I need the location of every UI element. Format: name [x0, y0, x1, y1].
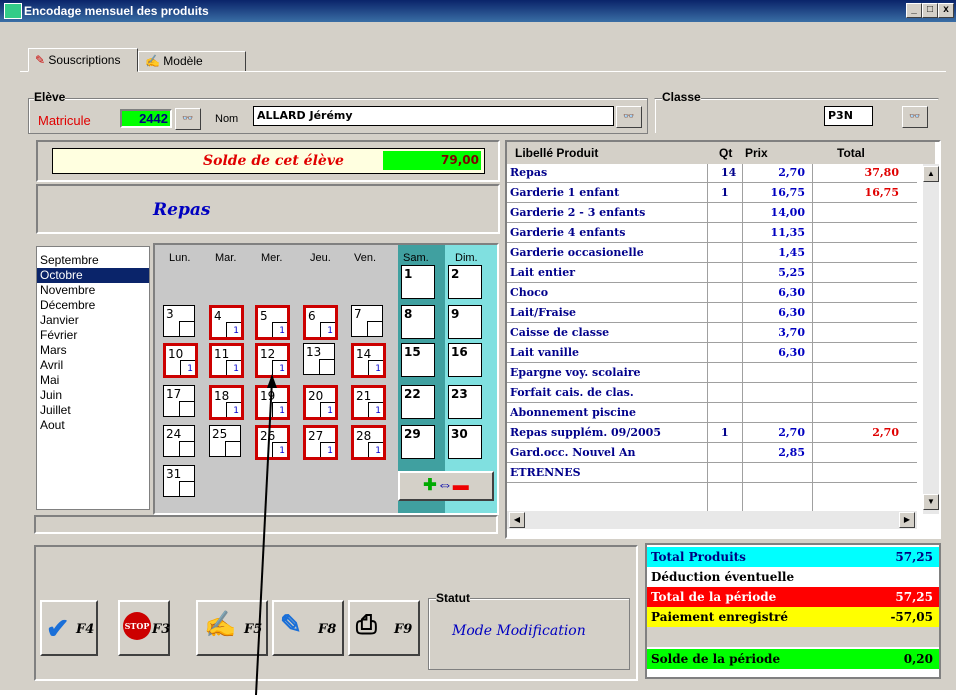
- tab-souscriptions-label: Souscriptions: [48, 53, 121, 67]
- tab-souscriptions[interactable]: ✎ Souscriptions: [28, 48, 138, 72]
- pen-icon: ✎: [35, 53, 46, 67]
- annotation-arrow: [255, 374, 277, 695]
